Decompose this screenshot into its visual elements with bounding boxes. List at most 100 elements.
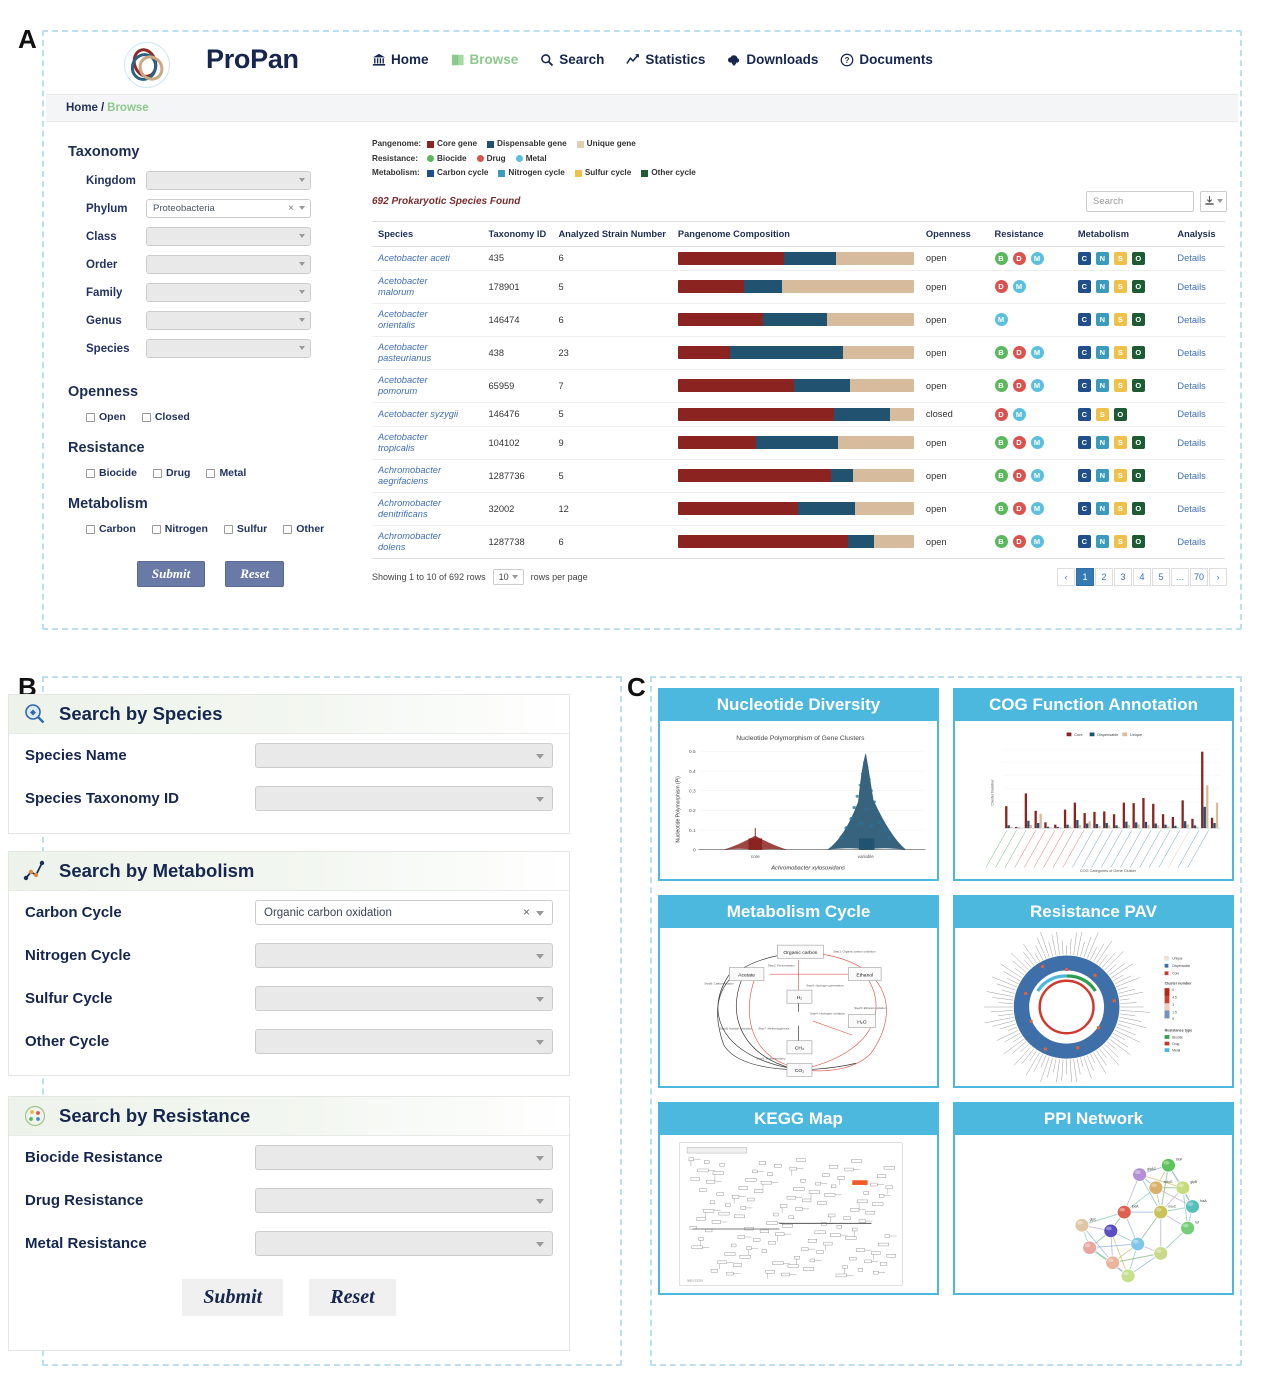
metabolism-badge-O[interactable]: O	[1131, 535, 1145, 548]
genus-select[interactable]	[146, 311, 311, 330]
resistance-badge-B[interactable]: B	[994, 379, 1008, 392]
details-link[interactable]: Details	[1177, 409, 1205, 419]
metabolism-badge-C[interactable]: C	[1077, 313, 1091, 326]
page-button-2[interactable]: 2	[1095, 567, 1113, 586]
species-link[interactable]: Achromobacter dolens	[378, 531, 464, 553]
species-link[interactable]: Acetobacter tropicalis	[378, 432, 464, 454]
metabolism-badge-C[interactable]: C	[1077, 436, 1091, 449]
resistance-badge-D[interactable]: D	[1012, 535, 1026, 548]
details-link[interactable]: Details	[1177, 282, 1205, 292]
resistance-badge-M[interactable]: M	[994, 313, 1008, 326]
species-link[interactable]: Acetobacter pasteurianus	[378, 342, 464, 364]
nav-item-browse[interactable]: Browse	[451, 52, 518, 67]
metabolism-badge-S[interactable]: S	[1113, 346, 1127, 359]
rows-per-page-select[interactable]: 10	[492, 568, 524, 585]
metabolism-badge-S[interactable]: S	[1113, 502, 1127, 515]
metabolism-badge-C[interactable]: C	[1077, 502, 1091, 515]
metabolism-badge-N[interactable]: N	[1095, 535, 1109, 548]
resistance-badge-M[interactable]: M	[1030, 346, 1044, 359]
submit-button[interactable]: Submit	[136, 561, 206, 587]
resistance-badge-B[interactable]: B	[994, 346, 1008, 359]
metabolism-badge-O[interactable]: O	[1131, 469, 1145, 482]
column-header-species[interactable]: Species	[372, 220, 483, 247]
checkbox-open[interactable]: Open	[86, 411, 126, 423]
resistance-badge-D[interactable]: D	[1012, 346, 1026, 359]
metabolism-badge-C[interactable]: C	[1077, 469, 1091, 482]
species-select[interactable]	[146, 339, 311, 358]
checkbox-drug[interactable]: Drug	[152, 467, 190, 479]
metabolism-badge-S[interactable]: S	[1113, 469, 1127, 482]
propan-logo[interactable]	[124, 42, 170, 88]
metabolism-badge-N[interactable]: N	[1095, 436, 1109, 449]
resistance-badge-M[interactable]: M	[1030, 251, 1044, 265]
species-link[interactable]: Achromobacter denitrificans	[378, 498, 464, 520]
metabolism-badge-O[interactable]: O	[1131, 313, 1145, 326]
page-button-3[interactable]: 3	[1114, 567, 1132, 586]
metabolism-badge-O[interactable]: O	[1113, 407, 1127, 421]
reset-button[interactable]: Reset	[225, 561, 285, 587]
metabolism-badge-O[interactable]: O	[1131, 346, 1145, 359]
sulfur-cycle-select[interactable]	[255, 986, 553, 1011]
resistance-badge-M[interactable]: M	[1030, 535, 1044, 548]
clear-icon[interactable]: ×	[523, 905, 530, 919]
column-header-metabolism[interactable]: Metabolism	[1071, 220, 1172, 247]
metabolism-badge-O[interactable]: O	[1131, 280, 1145, 293]
page-button-70[interactable]: 70	[1190, 567, 1208, 586]
species-link[interactable]: Acetobacter orientalis	[378, 309, 464, 331]
page-button-‹[interactable]: ‹	[1057, 567, 1075, 586]
breadcrumb-home[interactable]: Home	[66, 102, 98, 114]
clear-icon[interactable]: ×	[288, 203, 294, 214]
resistance-badge-M[interactable]: M	[1012, 407, 1026, 421]
resistance-badge-D[interactable]: D	[1012, 502, 1026, 515]
page-button-5[interactable]: 5	[1152, 567, 1170, 586]
resistance-badge-B[interactable]: B	[994, 436, 1008, 449]
metabolism-badge-C[interactable]: C	[1077, 535, 1091, 548]
page-button-4[interactable]: 4	[1133, 567, 1151, 586]
card-cog-function-annotation[interactable]: COG Function Annotation Core Dispensable…	[953, 688, 1234, 881]
metabolism-badge-S[interactable]: S	[1113, 379, 1127, 392]
column-header-resistance[interactable]: Resistance	[988, 220, 1072, 247]
column-header-analysis[interactable]: Analysis	[1171, 220, 1225, 247]
submit-button[interactable]: Submit	[182, 1279, 284, 1316]
resistance-badge-B[interactable]: B	[994, 251, 1008, 265]
resistance-badge-B[interactable]: B	[994, 502, 1008, 515]
resistance-badge-M[interactable]: M	[1012, 280, 1026, 293]
details-link[interactable]: Details	[1177, 537, 1205, 547]
metabolism-badge-S[interactable]: S	[1095, 407, 1109, 421]
card-metabolism-cycle[interactable]: Metabolism Cycle Organic carbon Acetate …	[658, 895, 939, 1088]
card-nucleotide-diversity[interactable]: Nucleotide Diversity Nucleotide Polymorp…	[658, 688, 939, 881]
checkbox-nitrogen[interactable]: Nitrogen	[151, 523, 208, 535]
metabolism-badge-O[interactable]: O	[1131, 251, 1145, 265]
details-link[interactable]: Details	[1177, 471, 1205, 481]
nav-item-search[interactable]: Search	[540, 52, 604, 67]
kingdom-select[interactable]	[146, 171, 311, 190]
metabolism-badge-N[interactable]: N	[1095, 346, 1109, 359]
column-header-taxonomy-id[interactable]: Taxonomy ID	[482, 220, 553, 247]
metabolism-badge-O[interactable]: O	[1131, 436, 1145, 449]
resistance-badge-M[interactable]: M	[1030, 502, 1044, 515]
checkbox-metal[interactable]: Metal	[206, 467, 246, 479]
metabolism-badge-O[interactable]: O	[1131, 379, 1145, 392]
phylum-select[interactable]: Proteobacteria ×	[146, 199, 311, 218]
metabolism-badge-C[interactable]: C	[1077, 251, 1091, 265]
details-link[interactable]: Details	[1177, 381, 1205, 391]
species-link[interactable]: Achromobacter aegrifaciens	[378, 465, 464, 487]
page-button-1[interactable]: 1	[1076, 567, 1094, 586]
class-select[interactable]	[146, 227, 311, 246]
species-link[interactable]: Acetobacter malorum	[378, 276, 464, 298]
biocide-resistance-select[interactable]	[255, 1145, 553, 1170]
details-link[interactable]: Details	[1177, 315, 1205, 325]
resistance-badge-D[interactable]: D	[994, 280, 1008, 293]
metabolism-badge-O[interactable]: O	[1131, 502, 1145, 515]
species-link[interactable]: Acetobacter aceti	[378, 253, 464, 264]
resistance-badge-B[interactable]: B	[994, 535, 1008, 548]
resistance-badge-D[interactable]: D	[994, 407, 1008, 421]
metabolism-badge-C[interactable]: C	[1077, 407, 1091, 421]
column-header-openness[interactable]: Openness	[919, 220, 989, 247]
resistance-badge-B[interactable]: B	[994, 469, 1008, 482]
nav-item-downloads[interactable]: Downloads	[727, 52, 818, 67]
details-link[interactable]: Details	[1177, 438, 1205, 448]
checkbox-closed[interactable]: Closed	[141, 411, 190, 423]
family-select[interactable]	[146, 283, 311, 302]
resistance-badge-M[interactable]: M	[1030, 379, 1044, 392]
